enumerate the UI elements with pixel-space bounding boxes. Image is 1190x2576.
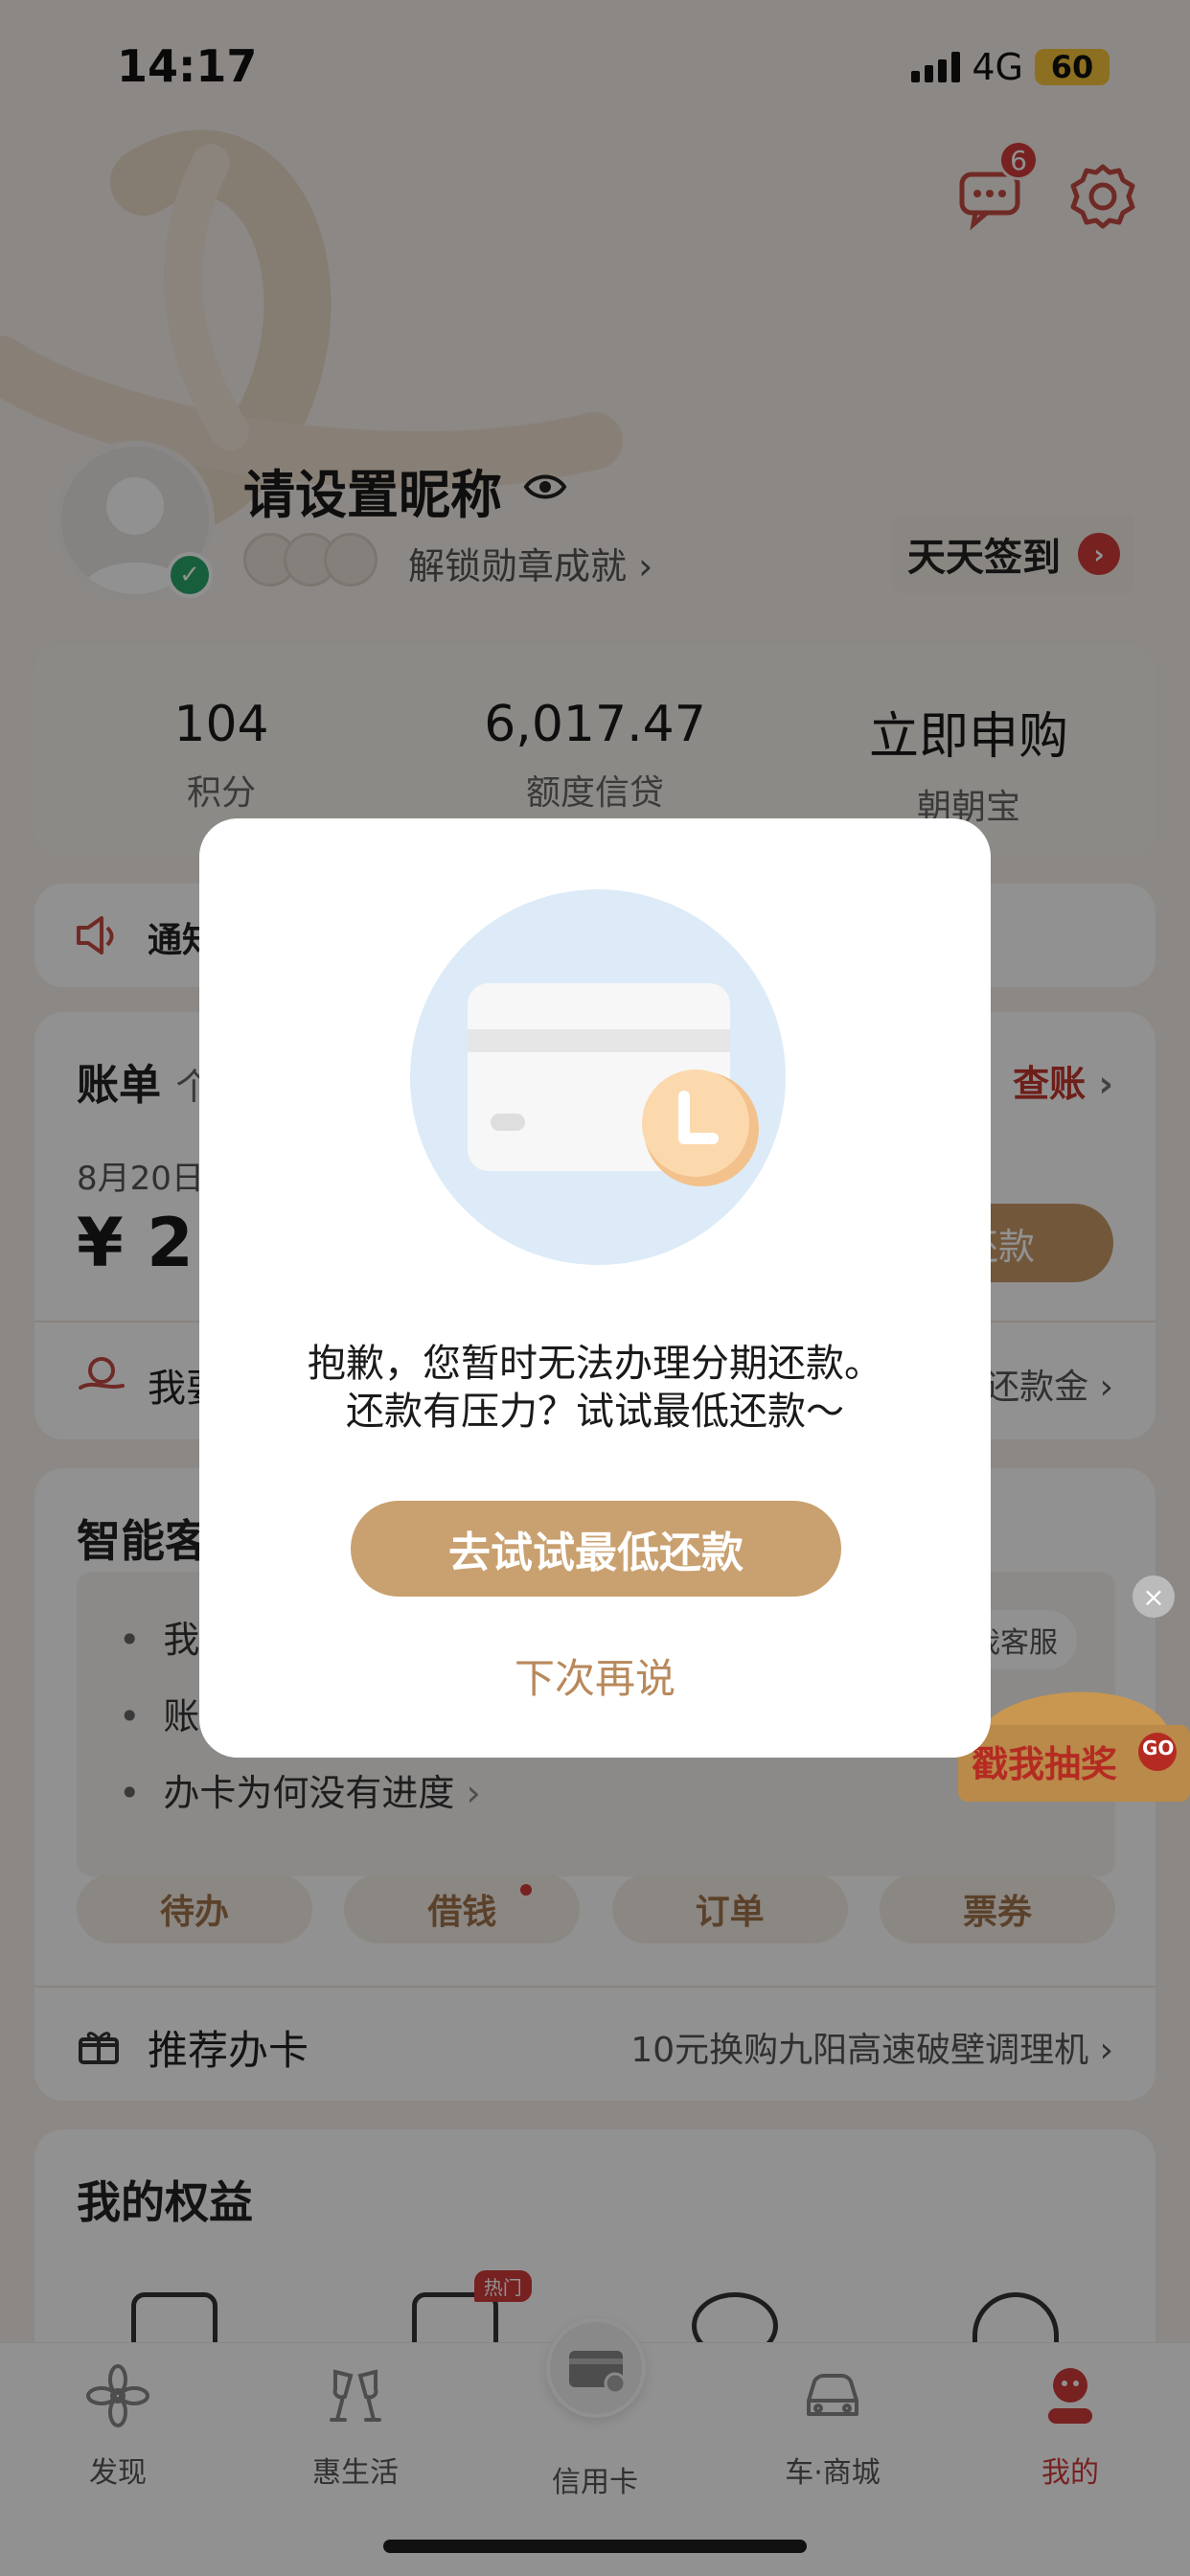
later-button[interactable]: 下次再说 bbox=[199, 1646, 991, 1705]
try-minimum-repayment-button[interactable]: 去试试最低还款 bbox=[351, 1501, 841, 1597]
dialog-message-line-2: 还款有压力？试试最低还款～ bbox=[346, 1390, 844, 1434]
credit-card-clock-illustration bbox=[410, 889, 786, 1265]
go-badge: GO bbox=[1142, 1736, 1175, 1760]
lottery-label: 戳我抽奖 bbox=[972, 1743, 1118, 1785]
home-indicator bbox=[383, 2540, 807, 2553]
dialog-message: 抱歉，您暂时无法办理分期还款。 还款有压力？试试最低还款～ bbox=[199, 1340, 991, 1436]
dialog-message-line-1: 抱歉，您暂时无法办理分期还款。 bbox=[308, 1342, 882, 1386]
lottery-floating-banner[interactable]: 戳我抽奖 GO bbox=[958, 1629, 1190, 1802]
installment-unavailable-dialog: 抱歉，您暂时无法办理分期还款。 还款有压力？试试最低还款～ 去试试最低还款 下次… bbox=[199, 818, 991, 1758]
close-icon[interactable]: × bbox=[1133, 1576, 1175, 1618]
